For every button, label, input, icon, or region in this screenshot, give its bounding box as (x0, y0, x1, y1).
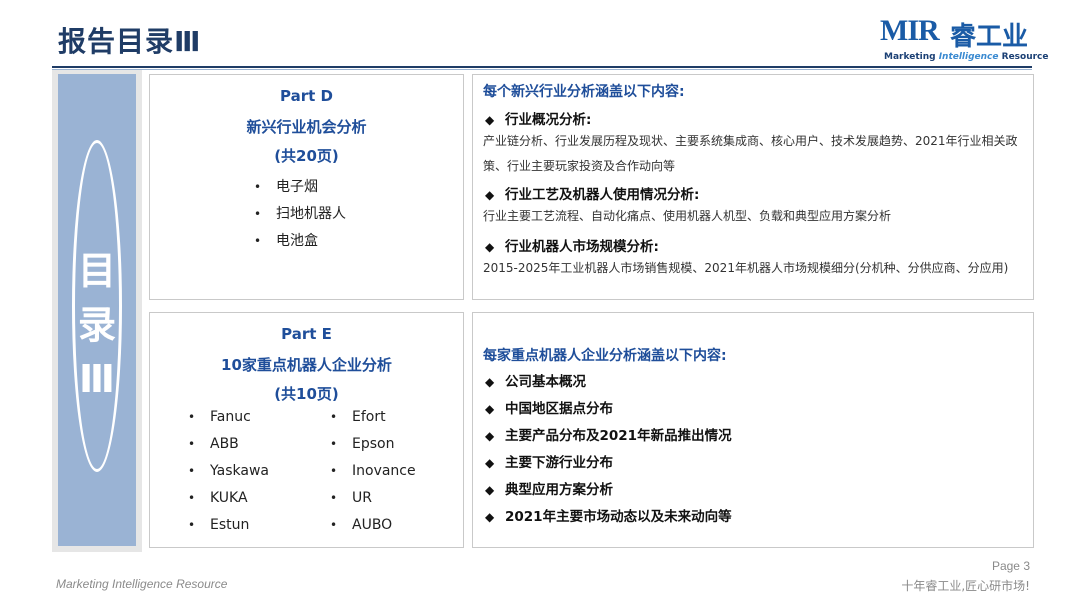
page-number: Page 3 (991, 559, 1030, 573)
footer-brand: Marketing Intelligence Resource (56, 577, 228, 591)
toc-sidebar-panel: 目 录 Ⅲ (58, 74, 136, 546)
part-e-detail-heading: 每家重点机器人企业分析涵盖以下内容: (483, 348, 727, 364)
detail-item: 典型应用方案分析 (485, 478, 613, 498)
part-d-detail-heading: 每个新兴行业分析涵盖以下内容: (483, 84, 685, 100)
list-item: UR (330, 485, 416, 512)
part-d-box: Part D 新兴行业机会分析 (共20页) 电子烟 扫地机器人 电池盒 (149, 74, 464, 300)
list-item: AUBO (330, 512, 416, 539)
title-divider (52, 66, 1032, 68)
part-e-pages: (共10页) (274, 385, 339, 403)
part-e-title: 10家重点机器人企业分析 (221, 356, 392, 374)
part-e-company-list-left: Fanuc ABB Yaskawa KUKA Estun (188, 404, 269, 539)
part-e-label: Part E (281, 325, 332, 343)
list-item: 电池盒 (254, 228, 346, 255)
logo-subtitle: Marketing Intelligence Resource (884, 52, 1049, 62)
part-d-title: 新兴行业机会分析 (246, 118, 367, 136)
list-item: Estun (188, 512, 269, 539)
logo-sub-b: Intelligence (938, 52, 999, 62)
list-item: Epson (330, 431, 416, 458)
part-d-label: Part D (280, 87, 333, 105)
sidebar-char-3: Ⅲ (79, 357, 115, 401)
mir-logo: MIR 睿工业 Marketing Intelligence Resource (880, 14, 1049, 64)
detail-section-desc: 2015-2025年工业机器人市场销售规模、2021年机器人市场规模细分(分机种… (483, 261, 1009, 275)
part-d-pages: (共20页) (274, 147, 339, 165)
sidebar-label: 目 录 Ⅲ (58, 244, 136, 406)
list-item: Fanuc (188, 404, 269, 431)
detail-section-title: 行业工艺及机器人使用情况分析: (485, 183, 699, 203)
list-item: Efort (330, 404, 416, 431)
part-e-company-list-right: Efort Epson Inovance UR AUBO (330, 404, 416, 539)
sidebar-char-1: 目 (77, 249, 116, 293)
title-divider-thin (52, 69, 1032, 70)
logo-sub-c: Resource (998, 52, 1049, 62)
logo-chinese-name: 睿工业 (950, 22, 1029, 52)
detail-item: 2021年主要市场动态以及未来动向等 (485, 505, 732, 525)
list-item: Inovance (330, 458, 416, 485)
detail-item: 公司基本概况 (485, 370, 586, 390)
list-item: 扫地机器人 (254, 201, 346, 228)
list-item: ABB (188, 431, 269, 458)
list-item: 电子烟 (254, 174, 346, 201)
detail-section-desc: 行业主要工艺流程、自动化痛点、使用机器人机型、负载和典型应用方案分析 (483, 209, 892, 223)
sidebar-char-2: 录 (77, 303, 116, 347)
detail-item: 主要下游行业分布 (485, 451, 613, 471)
logo-sub-a: Marketing (884, 52, 939, 62)
detail-section-title: 行业概况分析: (485, 108, 591, 128)
part-e-detail-box: 每家重点机器人企业分析涵盖以下内容: 公司基本概况 中国地区据点分布 主要产品分… (472, 312, 1034, 548)
logo-mark: MIR (880, 14, 940, 47)
page-title: 报告目录Ⅲ (58, 25, 202, 58)
part-d-industry-list: 电子烟 扫地机器人 电池盒 (254, 174, 346, 255)
list-item: Yaskawa (188, 458, 269, 485)
detail-section-title: 行业机器人市场规模分析: (485, 235, 659, 255)
detail-section-desc: 产业链分析、行业发展历程及现状、主要系统集成商、核心用户、技术发展趋势、2021… (483, 134, 1018, 173)
detail-item: 主要产品分布及2021年新品推出情况 (485, 424, 732, 444)
footer-slogan: 十年睿工业,匠心研市场! (901, 579, 1030, 593)
list-item: KUKA (188, 485, 269, 512)
part-e-box: Part E 10家重点机器人企业分析 (共10页) Fanuc ABB Yas… (149, 312, 464, 548)
toc-sidebar: 目 录 Ⅲ (52, 70, 142, 552)
detail-item: 中国地区据点分布 (485, 397, 613, 417)
part-d-detail-box: 每个新兴行业分析涵盖以下内容: 行业概况分析: 产业链分析、行业发展历程及现状、… (472, 74, 1034, 300)
